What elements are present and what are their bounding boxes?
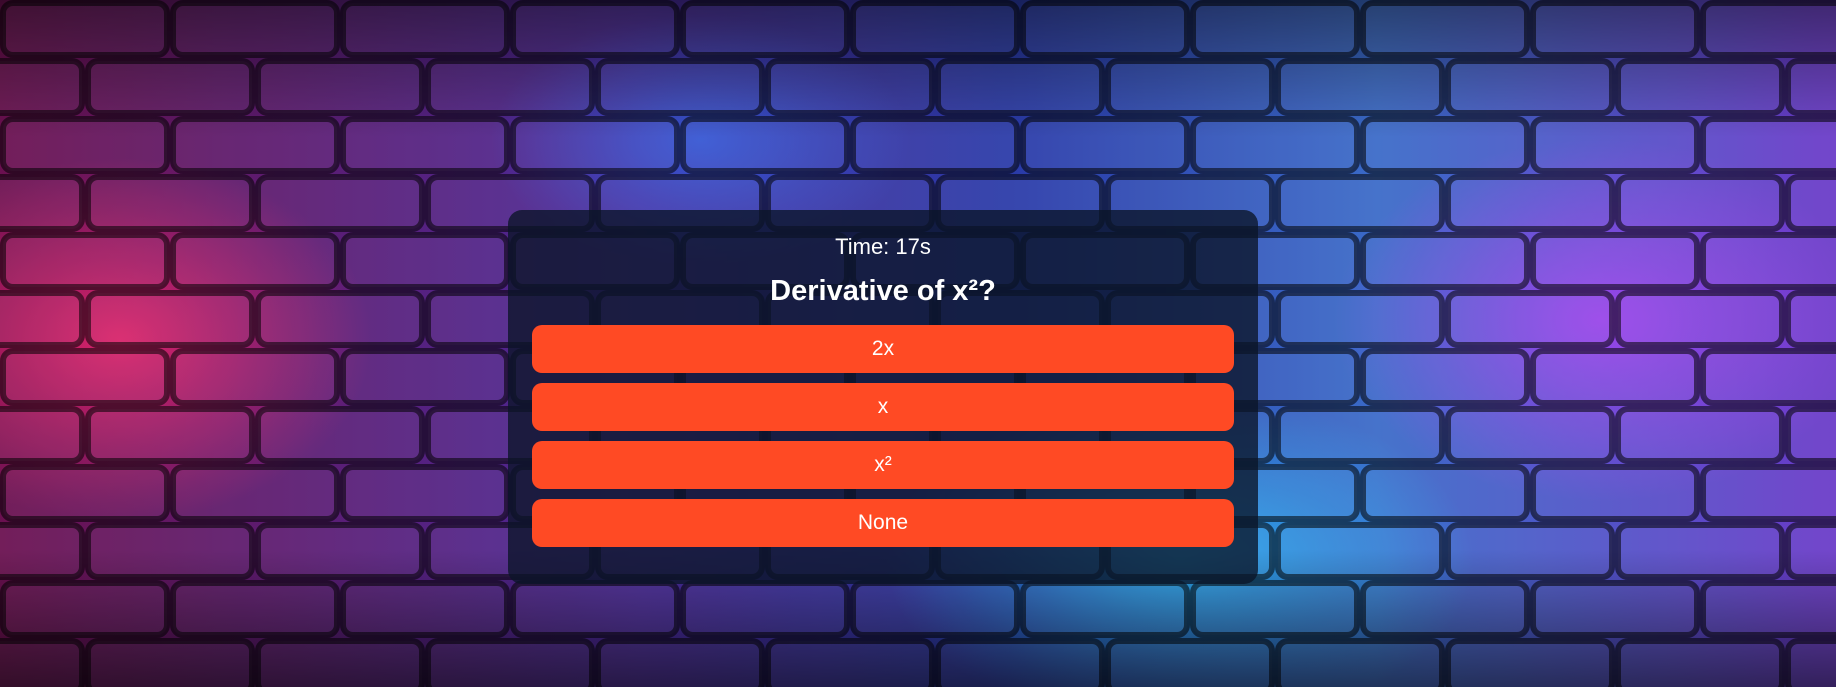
answer-option-none[interactable]: None	[532, 499, 1234, 547]
question-title: Derivative of x²?	[770, 275, 996, 307]
quiz-card: Time: 17s Derivative of x²? 2x x x² None	[508, 210, 1258, 584]
answer-options: 2x x x² None	[532, 325, 1234, 547]
timer-text: Time: 17s	[835, 234, 931, 259]
answer-option-x[interactable]: x	[532, 383, 1234, 431]
answer-option-2x[interactable]: 2x	[532, 325, 1234, 373]
answer-option-x-squared[interactable]: x²	[532, 441, 1234, 489]
